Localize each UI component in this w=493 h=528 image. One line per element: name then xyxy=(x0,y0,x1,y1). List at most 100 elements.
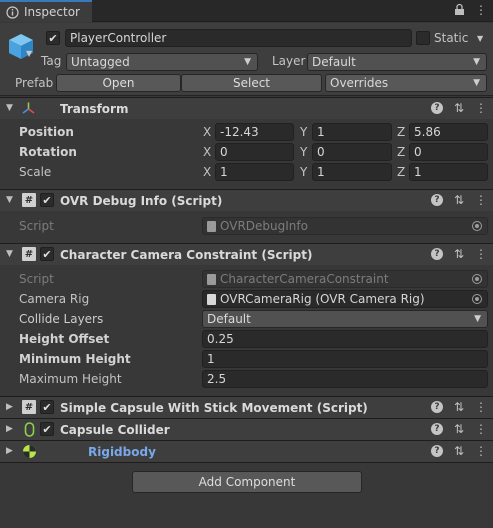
layer-dropdown[interactable]: Default ▼ xyxy=(307,53,487,71)
tab-bar: Inspector ⋮ xyxy=(0,0,493,22)
preset-sliders-icon[interactable]: ⇅ xyxy=(454,247,464,261)
char-cam-enabled-checkbox[interactable]: ✔ xyxy=(40,247,54,261)
scale-y-input[interactable]: 1 xyxy=(312,163,392,181)
char-cam-header[interactable]: ▼ # ✔ Character Camera Constraint (Scrip… xyxy=(0,243,493,265)
preset-sliders-icon[interactable]: ⇅ xyxy=(454,444,464,458)
capsule-collider-enabled-checkbox[interactable]: ✔ xyxy=(40,422,54,436)
position-x-value: -12.43 xyxy=(220,125,259,139)
context-menu-icon[interactable]: ⋮ xyxy=(475,101,487,115)
rotation-x-input[interactable]: 0 xyxy=(215,143,294,161)
context-menu-icon[interactable]: ⋮ xyxy=(475,400,487,414)
more-options-icon[interactable]: ⋮ xyxy=(475,3,487,17)
script-file-icon xyxy=(207,293,216,305)
position-z-input[interactable]: 5.86 xyxy=(409,123,488,141)
capsule-collider-header[interactable]: ▶ ✔ Capsule Collider ? ⇅ ⋮ xyxy=(0,418,493,440)
help-icon[interactable]: ? xyxy=(430,102,443,114)
scale-z-input[interactable]: 1 xyxy=(409,163,488,181)
rotation-x-label: X xyxy=(203,145,212,159)
height-offset-value: 0.25 xyxy=(207,332,234,346)
fold-arrow-icon[interactable]: ▶ xyxy=(6,402,13,412)
preset-sliders-icon[interactable]: ⇅ xyxy=(454,422,464,436)
help-icon[interactable]: ? xyxy=(430,401,443,413)
camera-rig-value: OVRCameraRig (OVR Camera Rig) xyxy=(220,292,425,306)
add-component-button[interactable]: Add Component xyxy=(132,471,362,493)
fold-arrow-icon[interactable]: ▼ xyxy=(6,195,13,205)
camera-rig-label: Camera Rig xyxy=(19,292,90,306)
char-cam-script-field: CharacterCameraConstraint xyxy=(202,270,488,288)
chevron-down-icon: ▼ xyxy=(244,57,251,67)
rotation-z-input[interactable]: 0 xyxy=(409,143,488,161)
context-menu-icon[interactable]: ⋮ xyxy=(475,247,487,261)
help-icon[interactable]: ? xyxy=(430,248,443,260)
prefab-open-button[interactable]: Open xyxy=(56,74,181,92)
fold-arrow-icon[interactable]: ▼ xyxy=(6,249,13,259)
position-y-input[interactable]: 1 xyxy=(312,123,392,141)
script-hash-icon: # xyxy=(22,247,36,261)
layer-value: Default xyxy=(312,55,356,69)
fold-arrow-icon[interactable]: ▶ xyxy=(6,446,13,456)
capsule-collider-title: Capsule Collider xyxy=(60,423,170,437)
fold-arrow-icon[interactable]: ▼ xyxy=(6,103,13,113)
overrides-label: Overrides xyxy=(330,76,389,90)
ovr-debug-header[interactable]: ▼ # ✔ OVR Debug Info (Script) ? ⇅ ⋮ xyxy=(0,189,493,211)
script-hash-icon: # xyxy=(22,193,36,207)
tab-label: Inspector xyxy=(24,5,80,19)
simple-capsule-header[interactable]: ▶ # ✔ Simple Capsule With Stick Movement… xyxy=(0,396,493,418)
component-tools: ? ⇅ ⋮ xyxy=(430,101,487,115)
object-name-field[interactable]: PlayerController xyxy=(65,29,412,47)
max-height-input[interactable]: 2.5 xyxy=(202,370,488,388)
rotation-x-value: 0 xyxy=(220,145,228,159)
object-name-text: PlayerController xyxy=(70,31,167,45)
component-tools: ? ⇅ ⋮ xyxy=(430,193,487,207)
tag-dropdown[interactable]: Untagged ▼ xyxy=(66,53,258,71)
scale-x-input[interactable]: 1 xyxy=(215,163,294,181)
static-checkbox[interactable] xyxy=(416,31,430,45)
help-icon[interactable]: ? xyxy=(430,445,443,457)
help-icon[interactable]: ? xyxy=(430,423,443,435)
active-checkbox[interactable]: ✔ xyxy=(46,31,60,45)
ovr-debug-script-field: OVRDebugInfo xyxy=(202,217,488,235)
divider xyxy=(0,462,493,463)
camera-rig-field[interactable]: OVRCameraRig (OVR Camera Rig) xyxy=(202,290,488,308)
min-height-value: 1 xyxy=(207,352,215,366)
max-height-value: 2.5 xyxy=(207,372,227,386)
object-picker-icon[interactable] xyxy=(472,294,482,304)
ovr-debug-enabled-checkbox[interactable]: ✔ xyxy=(40,193,54,207)
min-height-input[interactable]: 1 xyxy=(202,350,488,368)
context-menu-icon[interactable]: ⋮ xyxy=(475,422,487,436)
rotation-y-value: 0 xyxy=(317,145,325,159)
help-icon[interactable]: ? xyxy=(430,194,443,206)
height-offset-input[interactable]: 0.25 xyxy=(202,330,488,348)
prefab-overrides-dropdown[interactable]: Overrides ▼ xyxy=(325,74,487,92)
script-hash-icon: # xyxy=(22,400,36,414)
fold-arrow-icon[interactable]: ▶ xyxy=(6,424,13,434)
tab-inspector[interactable]: Inspector xyxy=(0,0,92,22)
prefab-label: Prefab xyxy=(15,76,54,90)
component-tools: ? ⇅ ⋮ xyxy=(430,444,487,458)
rigidbody-title: Rigidbody xyxy=(88,445,156,459)
info-icon xyxy=(6,5,19,19)
tag-label: Tag xyxy=(41,54,62,68)
transform-header[interactable]: ▼ Transform ? ⇅ ⋮ xyxy=(0,97,493,119)
rigidbody-header[interactable]: ▶ Rigidbody ? ⇅ ⋮ xyxy=(0,440,493,462)
object-picker-icon xyxy=(472,221,482,231)
layer-label: Layer xyxy=(272,54,306,68)
chevron-down-icon: ▼ xyxy=(474,314,481,324)
simple-capsule-enabled-checkbox[interactable]: ✔ xyxy=(40,400,54,414)
context-menu-icon[interactable]: ⋮ xyxy=(475,444,487,458)
preset-sliders-icon[interactable]: ⇅ xyxy=(454,193,464,207)
position-x-input[interactable]: -12.43 xyxy=(215,123,294,141)
preset-sliders-icon[interactable]: ⇅ xyxy=(454,400,464,414)
icon-dropdown-icon[interactable]: ▼ xyxy=(26,49,32,58)
rotation-y-input[interactable]: 0 xyxy=(312,143,392,161)
component-tools: ? ⇅ ⋮ xyxy=(430,247,487,261)
collide-layers-dropdown[interactable]: Default ▼ xyxy=(202,310,488,328)
prefab-select-button[interactable]: Select xyxy=(181,74,322,92)
rotation-z-label: Z xyxy=(397,145,406,159)
static-dropdown-icon[interactable]: ▼ xyxy=(477,34,483,43)
position-label: Position xyxy=(19,125,74,139)
lock-icon[interactable] xyxy=(454,3,465,16)
preset-sliders-icon[interactable]: ⇅ xyxy=(454,101,464,115)
context-menu-icon[interactable]: ⋮ xyxy=(475,193,487,207)
inspector-panel: ▼ ✔ PlayerController Static ▼ Tag Untagg… xyxy=(0,23,493,528)
